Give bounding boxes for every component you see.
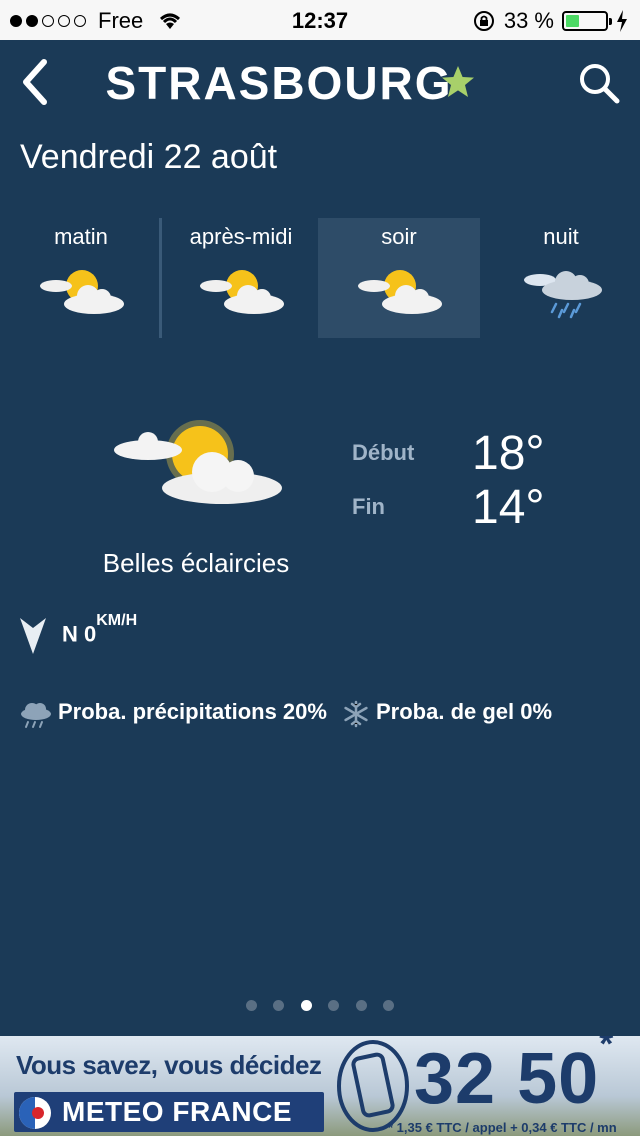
start-temperature: 18° bbox=[472, 427, 545, 480]
rotation-lock-icon bbox=[473, 11, 494, 31]
ad-brand: METEO FRANCE bbox=[62, 1096, 292, 1127]
ad-phone-number: 32 50* bbox=[414, 1036, 615, 1120]
battery-fill bbox=[566, 15, 579, 27]
page-indicator bbox=[0, 998, 640, 1016]
partly-sunny-icon bbox=[114, 420, 282, 504]
partly-sunny-icon bbox=[358, 270, 442, 314]
precipitation-probability: Proba. précipitations 20% bbox=[58, 699, 327, 724]
start-label: Début bbox=[352, 440, 415, 465]
tab-apres-midi[interactable]: après-midi bbox=[160, 218, 322, 338]
page-dot[interactable] bbox=[355, 1000, 367, 1011]
period-label: nuit bbox=[543, 224, 579, 249]
tab-nuit[interactable]: nuit bbox=[480, 218, 640, 338]
ad-banner[interactable]: Vous savez, vous décidez METEO FRANCE 32… bbox=[0, 1036, 640, 1136]
period-label: soir bbox=[381, 224, 417, 249]
ad-fine-print: * 1,35 € TTC / appel + 0,34 € TTC / mn bbox=[388, 1120, 617, 1135]
period-label: après-midi bbox=[189, 224, 293, 249]
phone-icon bbox=[337, 1040, 409, 1132]
end-temperature: 14° bbox=[472, 481, 545, 534]
tab-soir[interactable]: soir bbox=[318, 218, 480, 338]
weather-description: Belles éclaircies bbox=[102, 548, 290, 578]
battery-icon bbox=[562, 11, 612, 31]
wind-unit: KM/H bbox=[96, 612, 138, 629]
rain-probability-icon bbox=[21, 703, 51, 728]
battery-percent: 33 % bbox=[503, 8, 554, 33]
forecast-date: Vendredi 22 août bbox=[20, 138, 278, 176]
end-label: Fin bbox=[352, 494, 385, 519]
page-dot[interactable] bbox=[328, 1000, 340, 1011]
ad-number-mark: * bbox=[599, 1036, 615, 1064]
wind-speed: N 0KM/H bbox=[62, 612, 137, 647]
ad-number-digits: 32 50 bbox=[414, 1039, 600, 1119]
partly-sunny-icon bbox=[40, 270, 124, 314]
frost-probability: Proba. de gel 0% bbox=[376, 699, 553, 724]
charging-icon bbox=[617, 10, 627, 32]
day-period-tabs: matin après-midi soir nuit bbox=[0, 218, 640, 338]
page-dot-active[interactable] bbox=[300, 1000, 312, 1011]
status-bar: Free 12:37 33 % bbox=[0, 0, 640, 40]
favorite-star-icon[interactable] bbox=[440, 64, 476, 100]
page-dot[interactable] bbox=[383, 1000, 395, 1011]
search-icon[interactable] bbox=[578, 62, 620, 104]
tab-matin[interactable]: matin bbox=[0, 218, 162, 338]
page-dot[interactable] bbox=[273, 1000, 285, 1011]
wind-value: N 0 bbox=[62, 621, 97, 647]
wind-direction-arrow-icon bbox=[20, 618, 46, 654]
partly-sunny-icon bbox=[200, 270, 284, 314]
ad-tagline: Vous savez, vous décidez bbox=[16, 1050, 322, 1080]
meteo-france-logo-icon bbox=[19, 1097, 51, 1129]
rain-cloud-icon bbox=[524, 271, 602, 319]
period-label: matin bbox=[54, 224, 108, 249]
page-dot[interactable] bbox=[245, 1000, 257, 1011]
snowflake-icon bbox=[344, 700, 368, 728]
